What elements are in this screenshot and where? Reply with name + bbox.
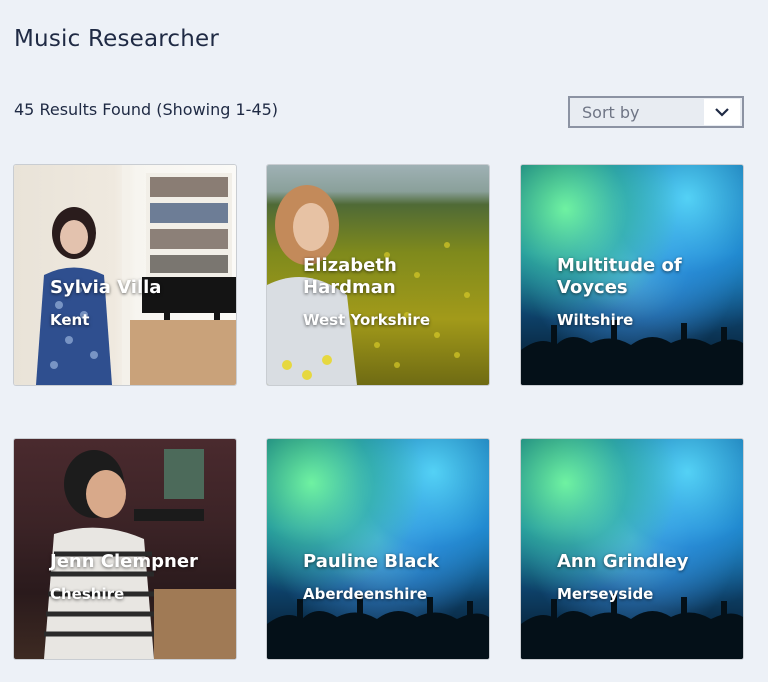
- chevron-down-icon[interactable]: [704, 99, 740, 125]
- card-name: Multitude of Voyces: [557, 255, 682, 298]
- results-count: 45 Results Found (Showing 1-45): [14, 100, 279, 119]
- researcher-card[interactable]: Jenn Clempner Cheshire: [14, 439, 236, 659]
- card-image: [521, 439, 743, 659]
- card-name: Pauline Black: [303, 551, 439, 572]
- sort-label: Sort by: [582, 102, 640, 122]
- card-location: West Yorkshire: [303, 311, 430, 329]
- card-location: Wiltshire: [557, 311, 634, 329]
- card-name: Ann Grindley: [557, 551, 689, 572]
- card-name: Sylvia Villa: [50, 277, 162, 298]
- researcher-card[interactable]: Pauline Black Aberdeenshire: [267, 439, 489, 659]
- card-location: Aberdeenshire: [303, 585, 427, 603]
- page-title: Music Researcher: [14, 26, 220, 52]
- researcher-card[interactable]: Sylvia Villa Kent: [14, 165, 236, 385]
- sort-dropdown[interactable]: Sort by: [568, 96, 744, 128]
- card-name: Elizabeth Hardman: [303, 255, 397, 298]
- card-location: Cheshire: [50, 585, 125, 603]
- card-location: Merseyside: [557, 585, 654, 603]
- card-image: [267, 439, 489, 659]
- card-image: [14, 165, 236, 385]
- researcher-card[interactable]: Ann Grindley Merseyside: [521, 439, 743, 659]
- card-name: Jenn Clempner: [50, 551, 198, 572]
- card-image: [14, 439, 236, 659]
- card-location: Kent: [50, 311, 90, 329]
- researcher-card[interactable]: Elizabeth Hardman West Yorkshire: [267, 165, 489, 385]
- researcher-card[interactable]: Multitude of Voyces Wiltshire: [521, 165, 743, 385]
